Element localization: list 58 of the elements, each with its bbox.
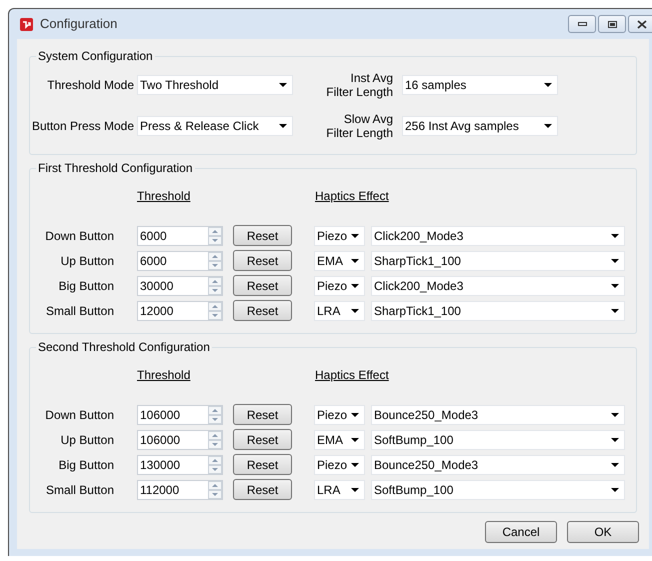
threshold-spin-field[interactable]: 12000	[137, 300, 223, 320]
threshold-spin-field[interactable]: 106000	[137, 404, 223, 424]
effect-dropdown[interactable]: Click200_Mode3	[371, 276, 625, 296]
effect-dropdown[interactable]: SharpTick1_100	[371, 300, 625, 320]
effect-dropdown[interactable]: Bounce250_Mode3	[371, 404, 625, 424]
threshold-spin-field[interactable]: 6000	[137, 250, 223, 270]
dialog-button[interactable]: Cancel	[485, 521, 557, 543]
window-title: Configuration	[40, 15, 118, 34]
field-label: Button Press Mode	[30, 119, 134, 133]
reset-button[interactable]: Reset	[233, 300, 292, 321]
reset-button[interactable]: Reset	[233, 404, 292, 425]
reset-button[interactable]: Reset	[233, 479, 292, 500]
actuator-dropdown[interactable]: EMA	[314, 430, 365, 450]
column-header: Haptics Effect	[315, 367, 389, 384]
dialog-button[interactable]: OK	[567, 521, 639, 543]
effect-dropdown[interactable]: SharpTick1_100	[371, 250, 625, 270]
actuator-dropdown[interactable]: Piezo	[314, 226, 365, 246]
threshold-spin-field[interactable]: 106000	[137, 430, 223, 450]
field-label: Slow Avg Filter Length	[325, 112, 393, 140]
row-label: Big Button	[58, 278, 114, 294]
group-title: Second Threshold Configuration	[37, 339, 211, 356]
setting-dropdown[interactable]: Press & Release Click	[137, 116, 293, 136]
group-title: First Threshold Configuration	[37, 160, 194, 177]
actuator-dropdown[interactable]: LRA	[314, 300, 365, 320]
setting-dropdown[interactable]: 256 Inst Avg samples	[402, 116, 558, 136]
reset-button[interactable]: Reset	[233, 275, 292, 296]
actuator-dropdown[interactable]: LRA	[314, 480, 365, 500]
effect-dropdown[interactable]: Bounce250_Mode3	[371, 454, 625, 474]
actuator-dropdown[interactable]: Piezo	[314, 404, 365, 424]
row-label: Up Button	[60, 252, 114, 270]
threshold-spin-field[interactable]: 130000	[137, 454, 223, 474]
row-label: Small Button	[44, 302, 114, 320]
row-label: Big Button	[58, 456, 114, 474]
actuator-dropdown[interactable]: Piezo	[314, 454, 365, 474]
threshold-spin-field[interactable]: 30000	[137, 276, 223, 296]
reset-button[interactable]: Reset	[233, 225, 292, 246]
field-label: Threshold Mode	[46, 78, 134, 92]
effect-dropdown[interactable]: SoftBump_100	[371, 480, 625, 500]
actuator-dropdown[interactable]: EMA	[314, 250, 365, 270]
threshold-spin-field[interactable]: 112000	[137, 480, 223, 500]
group-title: System Configuration	[37, 48, 154, 65]
field-label: Inst Avg Filter Length	[325, 71, 393, 99]
column-header: Threshold	[137, 188, 192, 205]
reset-button[interactable]: Reset	[233, 429, 292, 450]
reset-button[interactable]: Reset	[233, 250, 292, 271]
row-label: Up Button	[60, 432, 114, 448]
setting-dropdown[interactable]: Two Threshold	[137, 75, 293, 95]
actuator-dropdown[interactable]: Piezo	[314, 276, 365, 296]
row-label: Small Button	[44, 482, 114, 498]
threshold-spin-field[interactable]: 6000	[137, 226, 223, 246]
effect-dropdown[interactable]: Click200_Mode3	[371, 226, 625, 246]
row-label: Down Button	[44, 228, 114, 244]
column-header: Haptics Effect	[315, 188, 389, 205]
column-header: Threshold	[137, 367, 192, 384]
reset-button[interactable]: Reset	[233, 454, 292, 475]
effect-dropdown[interactable]: SoftBump_100	[371, 430, 625, 450]
row-label: Down Button	[44, 406, 114, 424]
setting-dropdown[interactable]: 16 samples	[402, 75, 558, 95]
